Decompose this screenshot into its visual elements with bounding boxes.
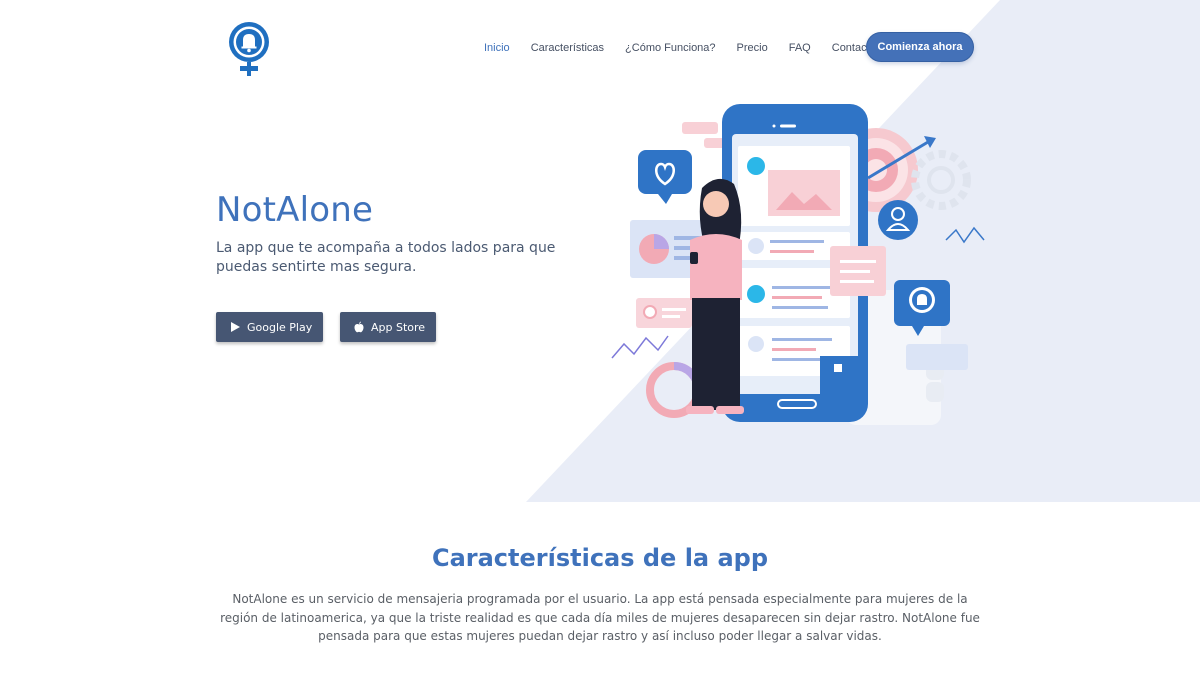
nav-precio[interactable]: Precio <box>737 38 768 58</box>
nav-caracteristicas[interactable]: Características <box>531 38 604 58</box>
main-nav: Inicio Características ¿Cómo Funciona? P… <box>484 38 897 58</box>
hero-section: Inicio Características ¿Cómo Funciona? P… <box>0 0 1200 502</box>
app-store-button[interactable]: App Store <box>340 312 436 342</box>
hero-title: NotAlone <box>216 190 374 230</box>
play-triangle-icon <box>231 322 240 332</box>
nav-inicio[interactable]: Inicio <box>484 38 510 58</box>
woman-with-phone-illustration <box>611 104 985 425</box>
hero-diagonal-background <box>526 0 1200 502</box>
features-section: Características de la app NotAlone es un… <box>0 502 1200 695</box>
features-title: Características de la app <box>431 544 769 572</box>
nav-faq[interactable]: FAQ <box>789 38 811 58</box>
apple-icon <box>354 321 364 333</box>
nav-como-funciona[interactable]: ¿Cómo Funciona? <box>625 38 716 58</box>
google-play-button[interactable]: Google Play <box>216 312 323 342</box>
hero-subtitle: La app que te acompaña a todos lados par… <box>216 240 556 275</box>
logo-bell-icon[interactable] <box>226 20 274 80</box>
features-description: NotAlone es un servicio de mensajeria pr… <box>220 592 980 643</box>
comienza-ahora-button[interactable]: Comienza ahora <box>866 32 974 62</box>
google-play-label: Google Play <box>247 320 313 334</box>
app-store-label: App Store <box>371 320 426 334</box>
